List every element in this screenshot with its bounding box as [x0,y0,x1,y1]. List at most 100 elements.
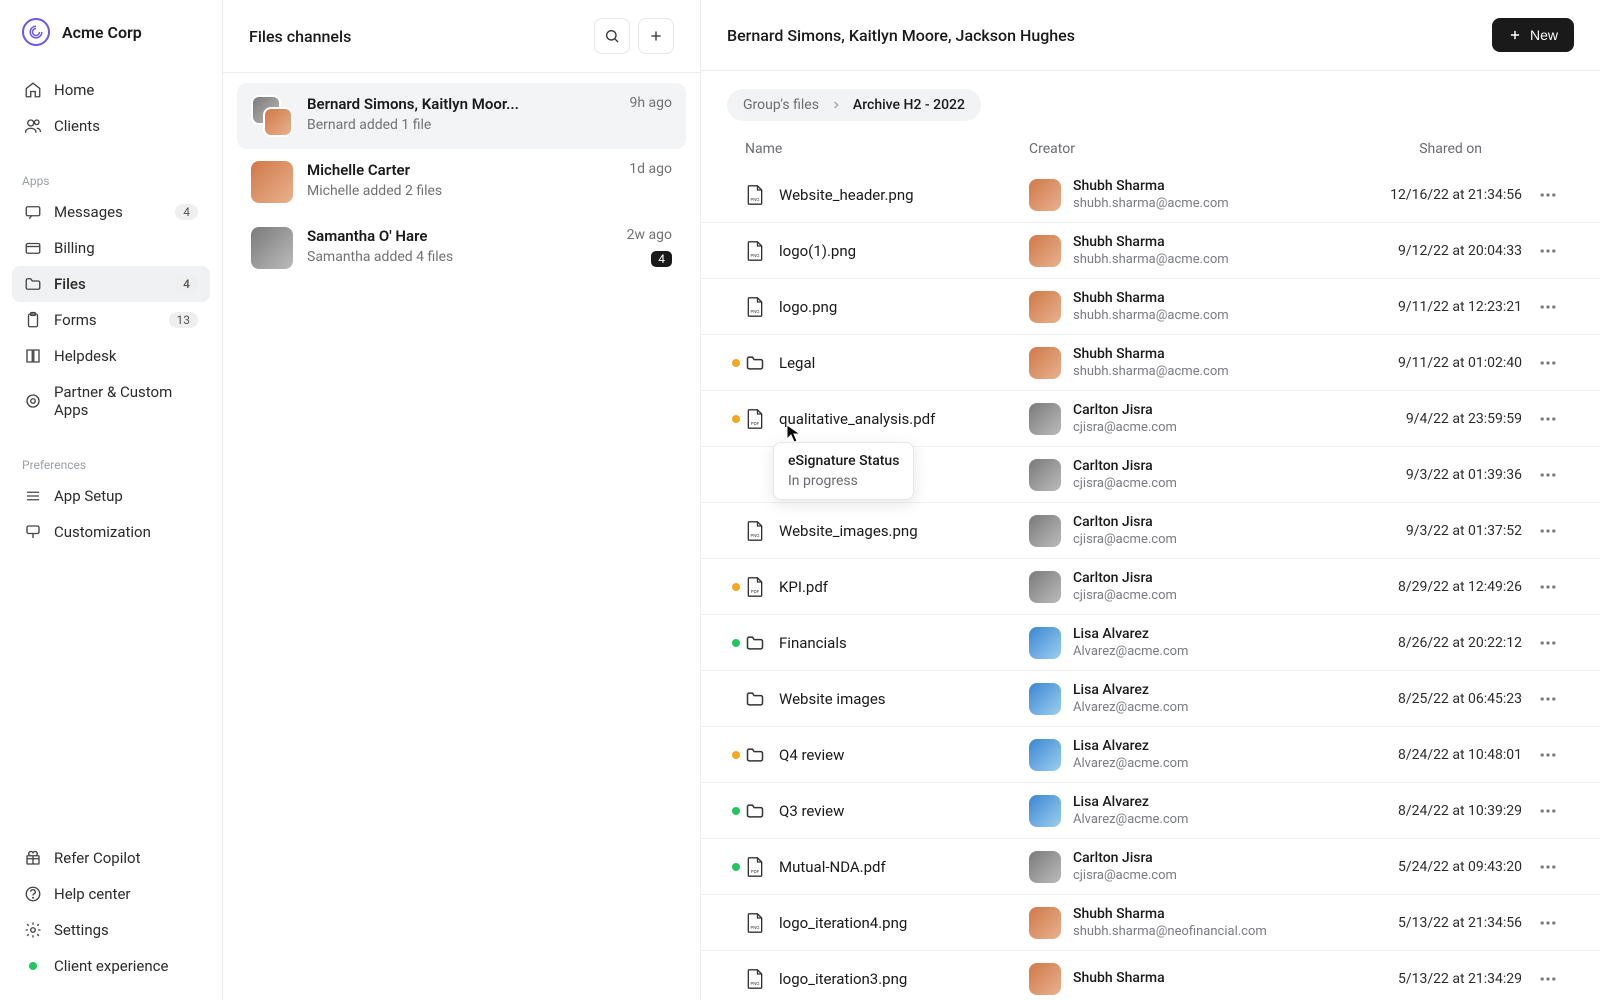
shared-date: 5/13/22 at 21:34:29 [1309,971,1522,987]
column-name[interactable]: Name [745,141,1029,157]
more-actions-button[interactable] [1534,629,1562,657]
file-row[interactable]: Website images Lisa Alvarez Alvarez@acme… [701,671,1600,727]
nav-app-setup[interactable]: App Setup [12,478,210,514]
new-button-label: New [1530,27,1558,43]
creator-email: cjisra@acme.com [1073,588,1177,603]
more-actions-button[interactable] [1534,405,1562,433]
avatar [251,227,293,269]
file-name: logo(1).png [779,242,856,260]
channel-subtitle: Samantha added 4 files [307,249,613,265]
creator-avatar [1029,739,1061,771]
brand-logo-icon [22,18,50,46]
nav-billing[interactable]: Billing [12,230,210,266]
shared-date: 5/13/22 at 21:34:56 [1309,915,1522,931]
creator-avatar [1029,235,1061,267]
creator-email: Alvarez@acme.com [1073,812,1188,827]
folder-icon [24,275,42,293]
png-icon: PNG [745,912,765,934]
creator-name: Lisa Alvarez [1073,626,1188,642]
file-row[interactable]: PNG logo(1).png Shubh Sharma shubh.sharm… [701,223,1600,279]
nav-users[interactable]: Clients [12,108,210,144]
nav-forms[interactable]: Forms 13 [12,302,210,338]
paint-icon [24,523,42,541]
file-row[interactable]: PNG Website_header.png Shubh Sharma shub… [701,167,1600,223]
creator-name: Shubh Sharma [1073,906,1267,922]
nav-main: Home Clients [0,64,222,152]
file-row[interactable]: PDF qualitative_analysis.pdf Carlton Jis… [701,391,1600,447]
creator-email: shubh.sharma@acme.com [1073,252,1229,267]
more-actions-button[interactable] [1534,797,1562,825]
file-list[interactable]: PNG Website_header.png Shubh Sharma shub… [701,167,1600,1000]
channel-item[interactable]: Bernard Simons, Kaitlyn Moor... Bernard … [237,83,686,149]
folder-icon [745,744,765,766]
channel-item[interactable]: Michelle Carter Michelle added 2 files 1… [237,149,686,215]
file-row[interactable]: Q4 review Lisa Alvarez Alvarez@acme.com … [701,727,1600,783]
folder-icon [745,632,765,654]
file-row[interactable]: Q3 review Lisa Alvarez Alvarez@acme.com … [701,783,1600,839]
svg-text:PNG: PNG [750,308,759,313]
file-row[interactable]: Financials Lisa Alvarez Alvarez@acme.com… [701,615,1600,671]
more-actions-button[interactable] [1534,853,1562,881]
file-row[interactable]: PNG Website_images.png Carlton Jisra cji… [701,503,1600,559]
breadcrumb-item[interactable]: Group's files [743,97,819,113]
nav-helpdesk[interactable]: Helpdesk [12,338,210,374]
content-header: Bernard Simons, Kaitlyn Moore, Jackson H… [701,0,1600,71]
file-row[interactable]: PDF Mutual-NDA.pdf Carlton Jisra cjisra@… [701,839,1600,895]
shared-date: 9/11/22 at 12:23:21 [1309,299,1522,315]
more-actions-button[interactable] [1534,349,1562,377]
creator-avatar [1029,291,1061,323]
search-button[interactable] [594,18,630,54]
channel-item[interactable]: Samantha O' Hare Samantha added 4 files … [237,215,686,281]
nav-home[interactable]: Home [12,72,210,108]
svg-text:PDF: PDF [751,868,760,873]
more-actions-button[interactable] [1534,909,1562,937]
svg-text:PNG: PNG [750,980,759,985]
status-dot-icon [732,751,740,759]
more-actions-button[interactable] [1534,237,1562,265]
file-row[interactable]: PNG logo.png Shubh Sharma shubh.sharma@a… [701,279,1600,335]
more-actions-button[interactable] [1534,965,1562,993]
book-icon [24,347,42,365]
creator-name: Carlton Jisra [1073,514,1177,530]
pdf-icon: PDF [745,408,765,430]
creator-avatar [1029,907,1061,939]
column-creator[interactable]: Creator [1029,141,1309,157]
new-button[interactable]: New [1492,18,1574,52]
brand[interactable]: Acme Corp [0,0,222,64]
file-name: Legal [779,354,815,372]
more-actions-button[interactable] [1534,181,1562,209]
nav-customization[interactable]: Customization [12,514,210,550]
creator-email: cjisra@acme.com [1073,532,1177,547]
nav-refer-copilot[interactable]: Refer Copilot [12,840,210,876]
more-actions-button[interactable] [1534,741,1562,769]
column-shared-on[interactable]: Shared on [1309,141,1574,157]
nav-label: Partner & Custom Apps [54,383,198,419]
file-row[interactable]: PDF KPI.pdf Carlton Jisra cjisra@acme.co… [701,559,1600,615]
more-actions-button[interactable] [1534,293,1562,321]
channel-time: 1d ago [629,161,672,177]
nav-files[interactable]: Files 4 [12,266,210,302]
nav-messages[interactable]: Messages 4 [12,194,210,230]
avatar-stack [251,95,293,137]
add-channel-button[interactable] [638,18,674,54]
help-icon [24,885,42,903]
content-title: Bernard Simons, Kaitlyn Moore, Jackson H… [727,26,1492,45]
creator-email: Alvarez@acme.com [1073,756,1188,771]
card-icon [24,239,42,257]
more-actions-button[interactable] [1534,517,1562,545]
more-actions-button[interactable] [1534,461,1562,489]
file-row[interactable]: PNG logo_iteration4.png Shubh Sharma shu… [701,895,1600,951]
breadcrumb-item[interactable]: Archive H2 - 2022 [853,97,965,113]
svg-text:PNG: PNG [750,532,759,537]
file-row[interactable]: Legal Shubh Sharma shubh.sharma@acme.com… [701,335,1600,391]
creator-avatar [1029,179,1061,211]
more-actions-button[interactable] [1534,685,1562,713]
nav-partner-custom-apps[interactable]: Partner & Custom Apps [12,374,210,428]
more-actions-button[interactable] [1534,573,1562,601]
file-row[interactable]: PNG logo_iteration3.png Shubh Sharma 5/1… [701,951,1600,1000]
nav-settings[interactable]: Settings [12,912,210,948]
creator-avatar [1029,459,1061,491]
creator-name: Carlton Jisra [1073,570,1177,586]
nav-client-experience[interactable]: Client experience [12,948,210,984]
nav-help-center[interactable]: Help center [12,876,210,912]
